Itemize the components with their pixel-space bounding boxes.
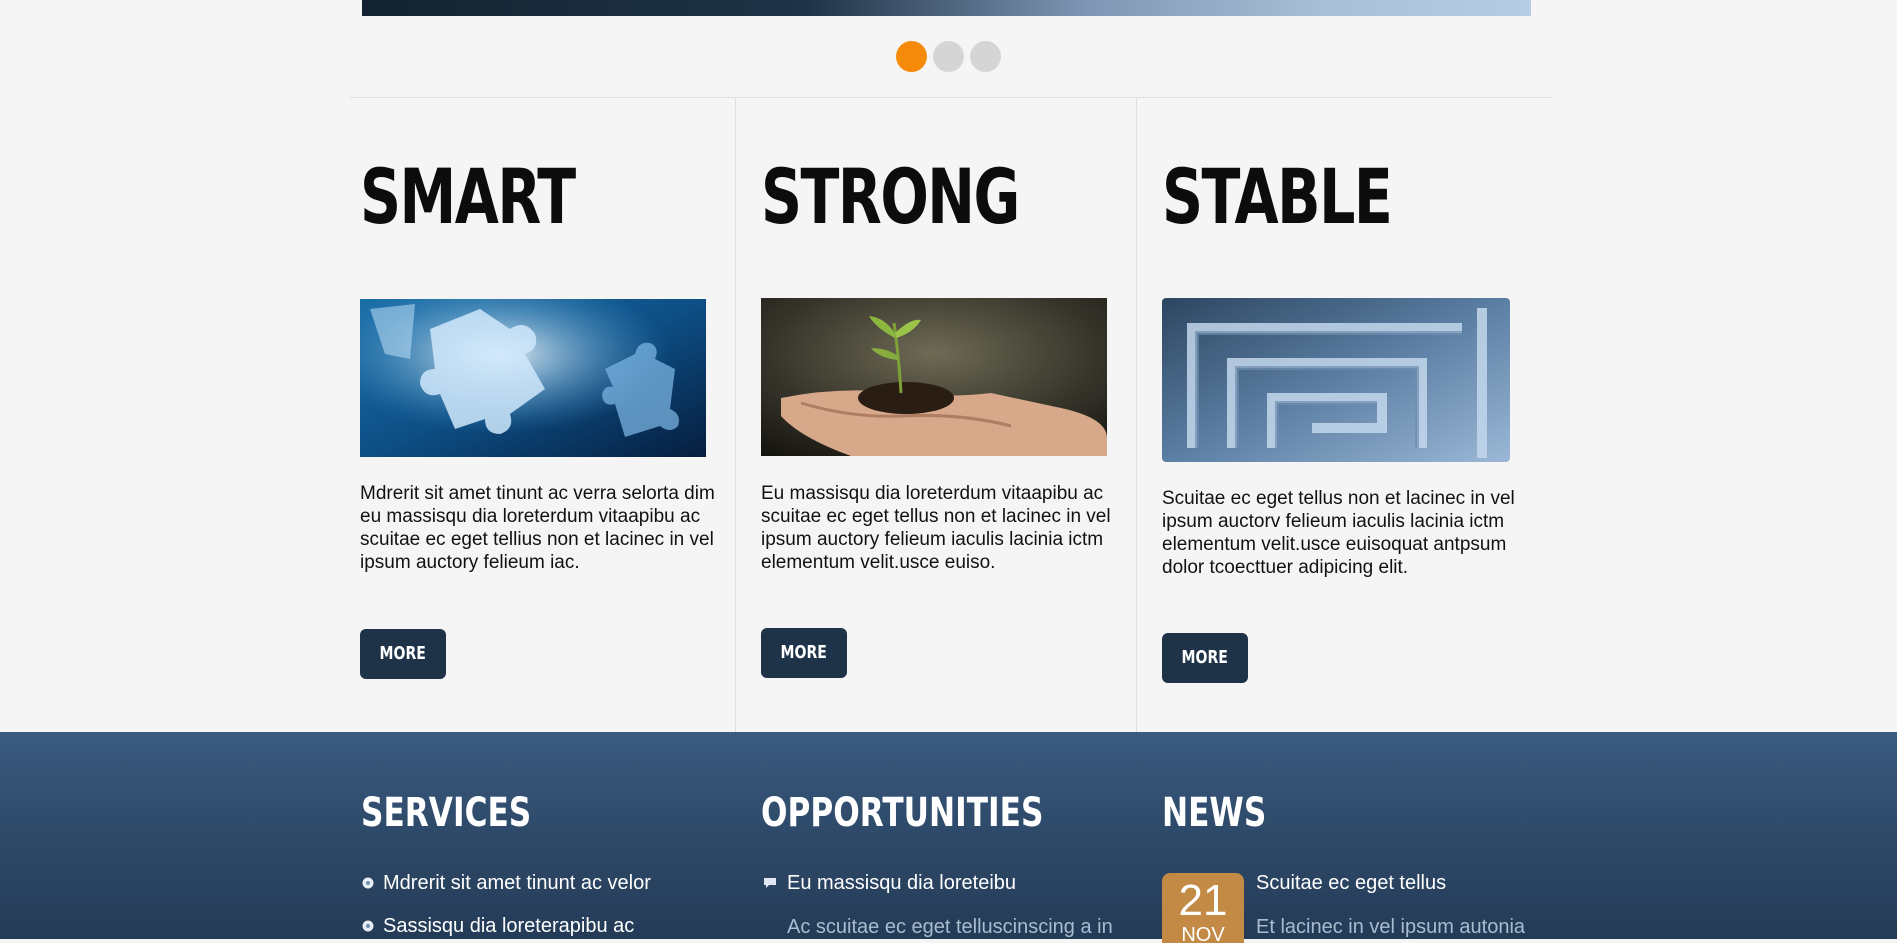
column-divider <box>1136 98 1137 733</box>
slider-dot-1[interactable] <box>896 41 927 72</box>
more-button[interactable]: MORE <box>1162 633 1248 683</box>
feature-stable: STABLE Scuitae ec eget tellus non et lac… <box>1162 98 1551 733</box>
news-excerpt: Et lacinec in vel ipsum autonia <box>1256 916 1526 938</box>
news-date-day: 21 <box>1178 876 1228 925</box>
seedling-image <box>761 298 1107 456</box>
speech-bubble-icon <box>764 878 776 888</box>
more-button[interactable]: MORE <box>761 628 847 678</box>
footer-opportunities-title: OPPORTUNITIES <box>761 790 1044 836</box>
news-date-month: NOV <box>1181 924 1225 943</box>
gear-bullet-icon <box>362 920 374 932</box>
column-divider <box>735 98 736 733</box>
maze-image <box>1162 298 1510 462</box>
gear-bullet-icon <box>362 877 374 889</box>
puzzle-image <box>360 299 706 457</box>
feature-strong: STRONG Eu massisqu dia loreterdum vitaap… <box>761 98 1136 733</box>
opportunities-description: Ac scuitae ec eget telluscinscing a in <box>787 916 1113 938</box>
slider-pagination <box>896 41 1001 72</box>
slider-dot-3[interactable] <box>970 41 1001 72</box>
features-section: SMART Mdrerit sit amet tinunt ac verra s… <box>350 97 1551 733</box>
opportunities-link[interactable]: Eu massisqu dia loreteibu <box>761 871 1016 895</box>
services-link[interactable]: Sassisqu dia loreterapibu ac <box>361 914 634 938</box>
feature-smart: SMART Mdrerit sit amet tinunt ac verra s… <box>360 98 735 733</box>
feature-description: Eu massisqu dia loreterdum vitaapibu ac … <box>761 483 1111 573</box>
slider-image-bottom-edge <box>362 0 1531 16</box>
slider-dot-2[interactable] <box>933 41 964 72</box>
feature-description: Mdrerit sit amet tinunt ac verra selorta… <box>360 483 715 573</box>
services-link[interactable]: Mdrerit sit amet tinunt ac velor <box>361 871 651 895</box>
footer-services-title: SERVICES <box>361 790 532 836</box>
footer: SERVICES Mdrerit sit amet tinunt ac velo… <box>0 732 1897 943</box>
news-headline[interactable]: Scuitae ec eget tellus <box>1256 871 1446 895</box>
news-date-badge: 21 NOV <box>1162 873 1244 943</box>
more-button[interactable]: MORE <box>360 629 446 679</box>
feature-title: STRONG <box>761 152 1020 241</box>
feature-description: Scuitae ec eget tellus non et lacinec in… <box>1162 488 1515 578</box>
footer-news-title: NEWS <box>1162 790 1267 836</box>
feature-title: SMART <box>360 152 576 241</box>
feature-title: STABLE <box>1162 152 1393 241</box>
